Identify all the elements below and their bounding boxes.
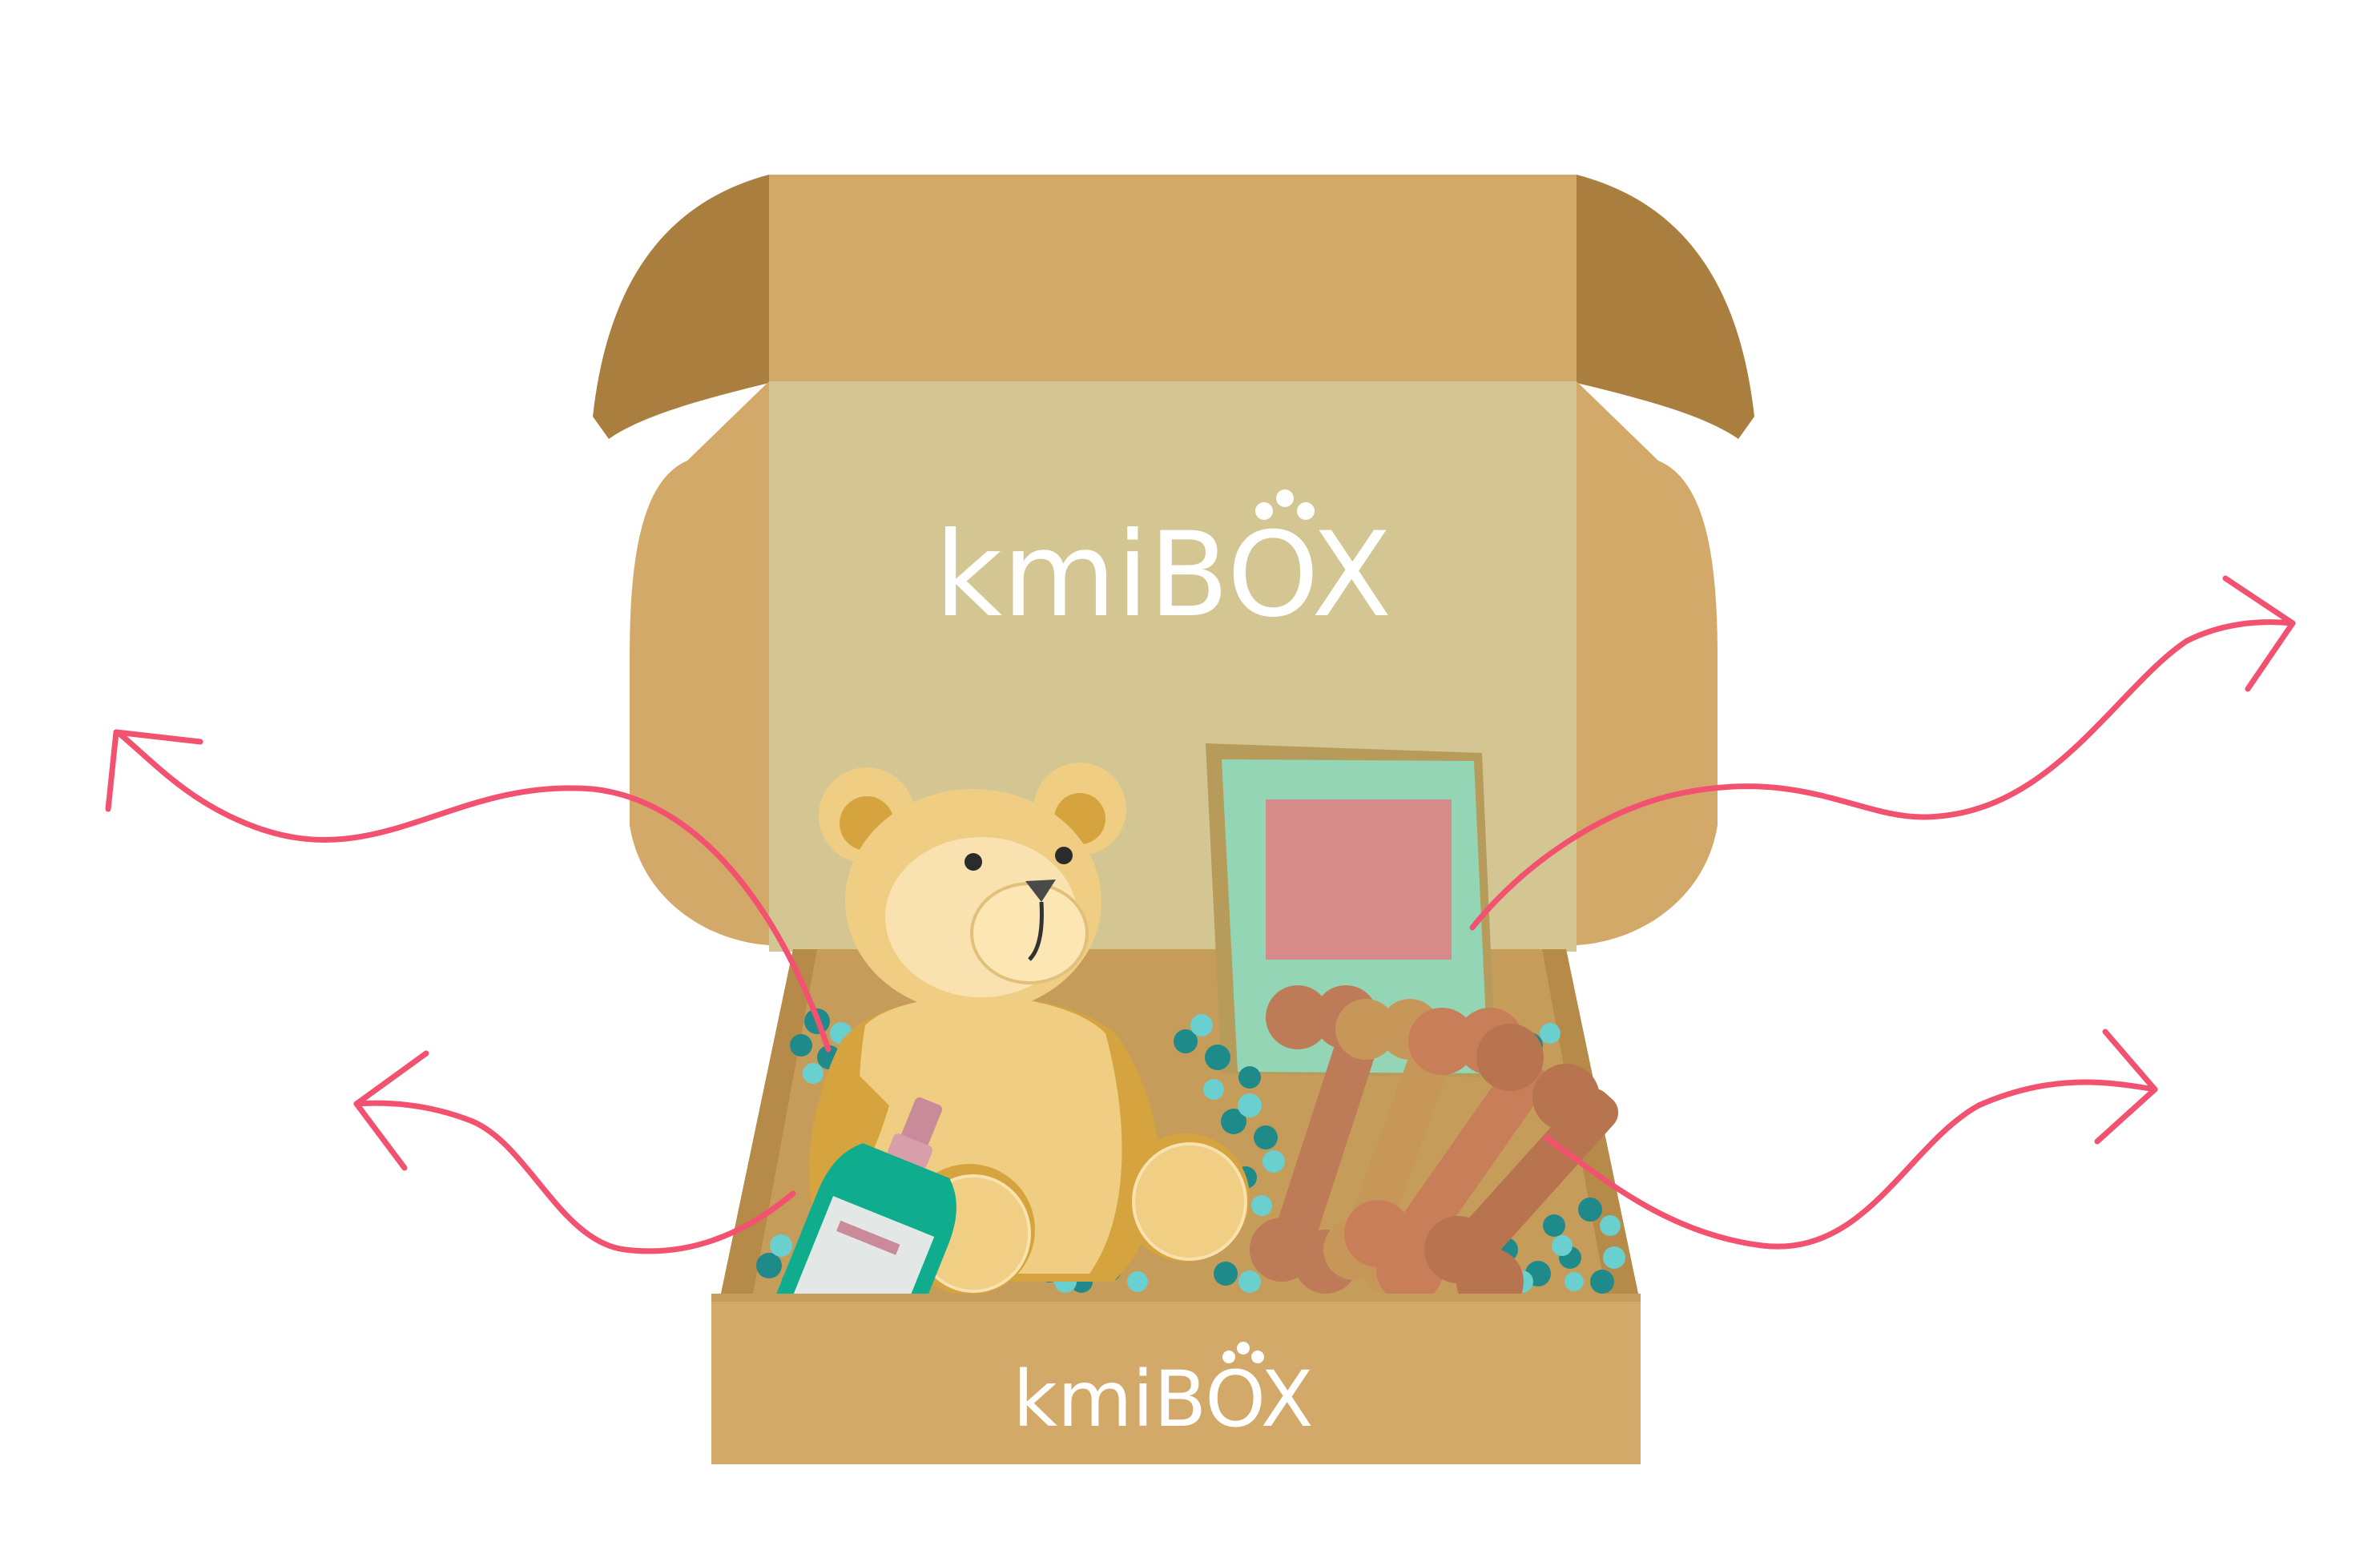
inner-logo-text: kmiBOX xyxy=(935,507,1392,643)
arrow-upper-left-head xyxy=(105,729,203,812)
bear-right-eye xyxy=(1055,847,1073,864)
right-side-flap xyxy=(1577,381,1718,945)
arrow-lower-left-head xyxy=(353,1050,429,1171)
lid-left-ear xyxy=(593,175,769,439)
box-front: kmiBOX xyxy=(711,1294,1641,1464)
inner-logo-box: BOX xyxy=(1149,507,1391,643)
treat-bag-label xyxy=(1266,799,1452,960)
front-logo-box: BOX xyxy=(1154,1355,1313,1444)
inner-logo-kmi: kmi xyxy=(935,507,1149,643)
inner-logo: kmiBOX xyxy=(935,489,1392,643)
front-logo-kmi: kmi xyxy=(1013,1355,1154,1444)
front-logo-text: kmiBOX xyxy=(1013,1355,1313,1444)
bear-muzzle xyxy=(970,882,1089,984)
bear-left-eye xyxy=(964,853,982,871)
kmibox-illustration: kmiBOX kmiBOX xyxy=(105,175,2296,1464)
arrow-lower-right xyxy=(1543,1029,2158,1250)
arrow-lower-left xyxy=(353,1050,796,1254)
lid-top-panel xyxy=(769,175,1577,381)
lid-right-ear xyxy=(1577,175,1754,439)
arrow-upper-right-head xyxy=(2222,575,2296,692)
left-side-flap xyxy=(630,381,769,945)
